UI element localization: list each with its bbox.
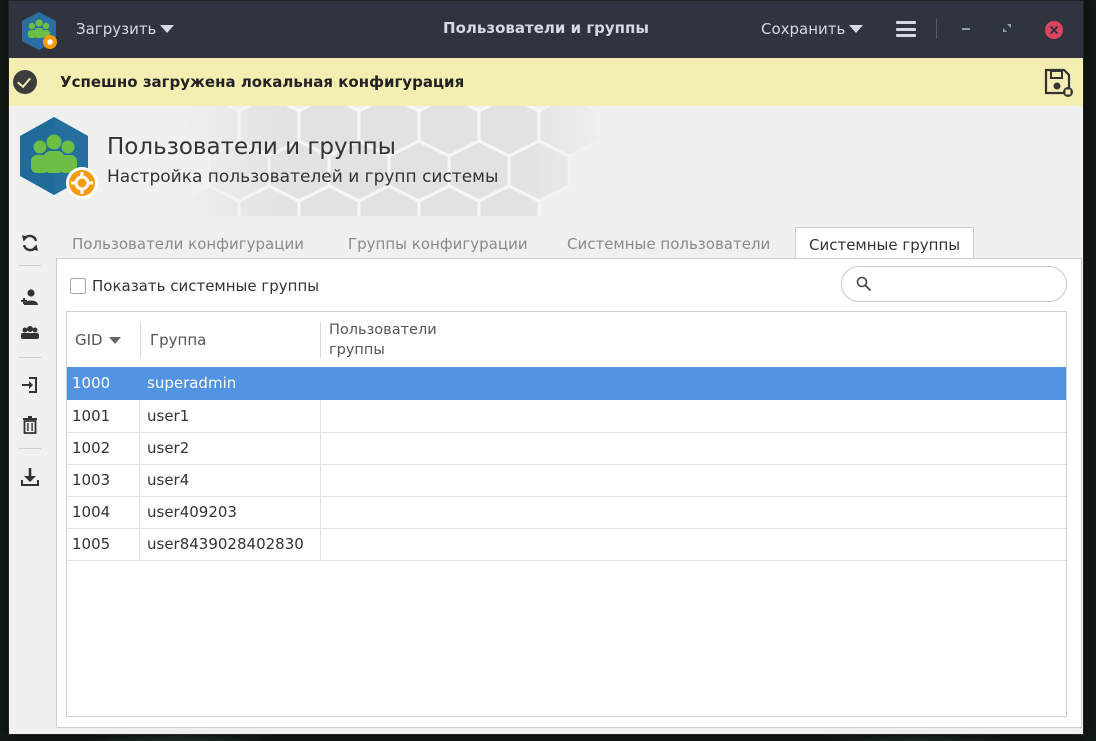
- load-menu-label: Загрузить: [76, 20, 157, 38]
- cell-gid: 1001: [72, 407, 111, 425]
- add-user-button[interactable]: [15, 282, 45, 312]
- table-row[interactable]: 1001 user1: [67, 400, 1066, 433]
- page-title: Пользователи и группы: [107, 134, 396, 160]
- table-row[interactable]: 1003 user4: [67, 464, 1066, 497]
- column-divider: [140, 322, 141, 358]
- column-divider: [320, 322, 321, 358]
- column-users-label-line1: Пользователи: [329, 322, 437, 338]
- column-users-label-line2: группы: [329, 342, 385, 358]
- group-icon: [21, 326, 39, 339]
- cell-gid: 1003: [72, 471, 111, 489]
- cell-gid: 1005: [72, 535, 111, 553]
- column-header-group[interactable]: Группа: [150, 312, 206, 368]
- checkbox-box[interactable]: [70, 278, 86, 294]
- add-group-button[interactable]: [15, 319, 45, 349]
- tab-system-groups[interactable]: Системные группы: [795, 227, 975, 259]
- search-input[interactable]: [841, 266, 1067, 302]
- search-icon: [856, 276, 872, 292]
- notification-bar: Успешно загружена локальная конфигурация: [9, 58, 1083, 106]
- maximize-button[interactable]: [1003, 24, 1011, 32]
- app-icon: [22, 12, 57, 50]
- app-logo: [20, 117, 98, 199]
- notification-text: Успешно загружена локальная конфигурация: [60, 73, 465, 91]
- chevron-down-icon: [849, 25, 864, 33]
- cell-group: superadmin: [147, 374, 237, 392]
- cell-group: user2: [147, 439, 190, 457]
- app-window: Загрузить Пользователи и группы Сохранит…: [8, 0, 1084, 735]
- trash-icon: [23, 416, 37, 434]
- add-user-icon: [21, 289, 38, 305]
- table-row[interactable]: 1000 superadmin: [67, 367, 1066, 400]
- table-row[interactable]: 1005 user8439028402830: [67, 528, 1066, 561]
- tab-system-users[interactable]: Системные пользователи: [567, 227, 770, 259]
- column-header-gid[interactable]: GID: [75, 312, 121, 368]
- sort-down-icon: [108, 336, 121, 344]
- toolbar-separator: [19, 357, 41, 358]
- groups-table: GID Группа Пользователи группы 1000 supe…: [66, 311, 1067, 717]
- toolbar-separator: [19, 265, 41, 266]
- table-row[interactable]: 1004 user409203: [67, 496, 1066, 529]
- save-menu-label: Сохранить: [761, 20, 846, 38]
- load-menu-button[interactable]: Загрузить: [76, 20, 175, 38]
- column-gid-label: GID: [75, 331, 103, 349]
- download-button[interactable]: [15, 462, 45, 492]
- tab-config-users[interactable]: Пользователи конфигурации: [72, 227, 304, 259]
- cell-gid: 1004: [72, 503, 111, 521]
- cell-group: user1: [147, 407, 190, 425]
- refresh-button[interactable]: [15, 228, 45, 258]
- table-header: GID Группа Пользователи группы: [67, 312, 1066, 369]
- cell-group: user4: [147, 471, 190, 489]
- cell-gid: 1000: [72, 374, 111, 392]
- save-config-icon[interactable]: [1043, 67, 1073, 97]
- toolbar-separator: [19, 448, 41, 449]
- titlebar-separator: [936, 19, 937, 39]
- save-menu-button[interactable]: Сохранить: [761, 20, 864, 38]
- titlebar: Загрузить Пользователи и группы Сохранит…: [9, 1, 1083, 58]
- download-icon: [21, 468, 39, 486]
- minimize-button[interactable]: [962, 28, 970, 30]
- cell-group: user409203: [147, 503, 237, 521]
- show-system-groups-label: Показать системные группы: [92, 277, 320, 295]
- cell-gid: 1002: [72, 439, 111, 457]
- chevron-down-icon: [160, 25, 175, 33]
- table-row[interactable]: 1002 user2: [67, 432, 1066, 465]
- page-subtitle: Настройка пользователей и групп системы: [107, 167, 499, 187]
- close-button[interactable]: [1045, 21, 1063, 39]
- hexagon-background: [179, 106, 609, 216]
- show-system-groups-checkbox[interactable]: Показать системные группы: [70, 277, 319, 295]
- tab-config-groups[interactable]: Группы конфигурации: [348, 227, 528, 259]
- hamburger-menu-icon[interactable]: [896, 21, 916, 37]
- refresh-icon: [22, 234, 38, 252]
- cell-group: user8439028402830: [147, 535, 304, 553]
- delete-button[interactable]: [15, 410, 45, 440]
- column-header-group-users[interactable]: Пользователи группы: [329, 312, 437, 368]
- login-icon: [22, 377, 37, 393]
- check-circle-icon: [13, 70, 37, 94]
- header-banner: [9, 106, 1083, 216]
- import-button[interactable]: [15, 370, 45, 400]
